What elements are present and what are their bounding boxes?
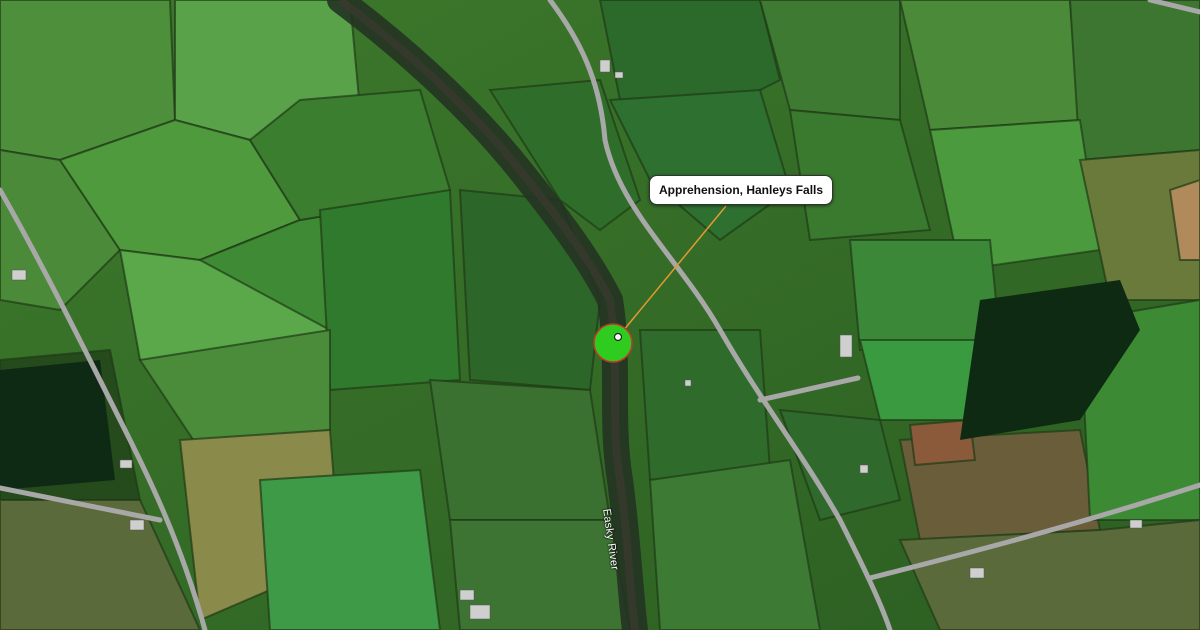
location-marker[interactable]: [593, 323, 633, 363]
map-view[interactable]: Apprehension, Hanleys Falls Easky River: [0, 0, 1200, 630]
location-callout[interactable]: Apprehension, Hanleys Falls: [649, 175, 834, 205]
marker-center-dot: [613, 332, 623, 342]
satellite-imagery: [0, 0, 1200, 630]
